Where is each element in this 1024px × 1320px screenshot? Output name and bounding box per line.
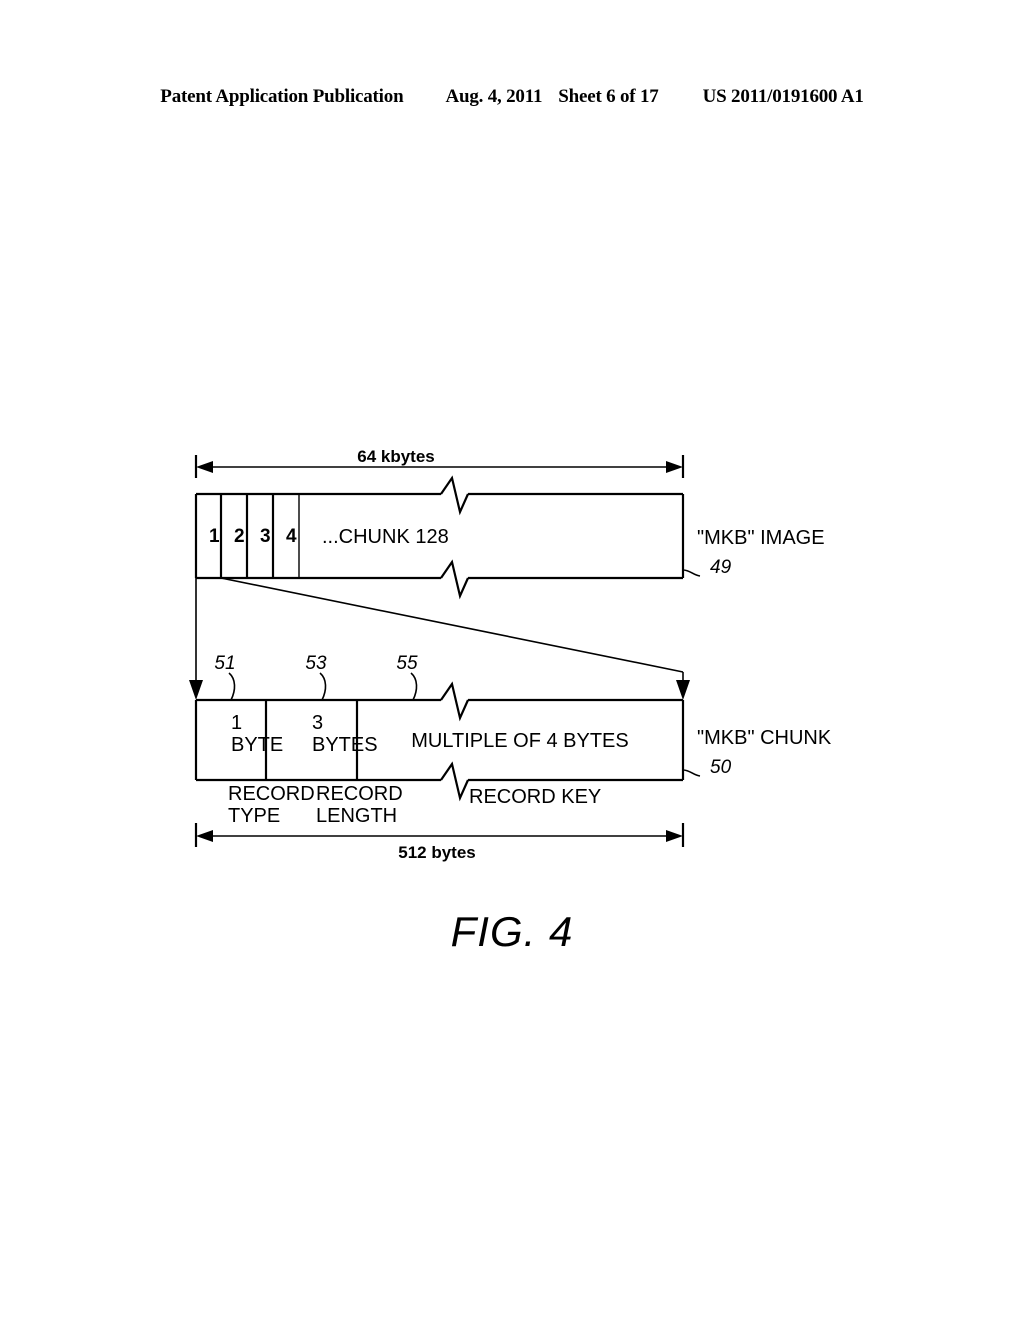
mkb-chunk-ref: 50 bbox=[710, 757, 732, 778]
field-size-record-key: MULTIPLE OF 4 BYTES bbox=[411, 730, 629, 752]
field-name-record-key: RECORD KEY bbox=[469, 786, 602, 808]
mkb-image-ref: 49 bbox=[710, 557, 732, 578]
figure-caption: FIG. 4 bbox=[450, 908, 574, 955]
figure-vector-layer bbox=[189, 455, 701, 847]
top-dimension-line bbox=[194, 455, 685, 478]
image-chunk-content-label: ...CHUNK 128 bbox=[322, 526, 449, 548]
field-ref-53: 53 bbox=[305, 653, 327, 674]
field-ref-51: 51 bbox=[214, 653, 236, 674]
field-ref-leaders bbox=[228, 672, 418, 701]
field-ref-55: 55 bbox=[396, 653, 418, 674]
bottom-dimension-label: 512 bytes bbox=[398, 843, 476, 862]
mkb-chunk-label: "MKB" CHUNK bbox=[697, 727, 832, 749]
figure-4-diagram: 64 kbytes 1 2 3 4 ...CHUNK 128 "MKB" IMA… bbox=[0, 0, 1024, 1320]
mkb-image-label: "MKB" IMAGE bbox=[697, 527, 825, 549]
top-dimension-label: 64 kbytes bbox=[357, 447, 435, 466]
projection-lines bbox=[189, 577, 690, 700]
